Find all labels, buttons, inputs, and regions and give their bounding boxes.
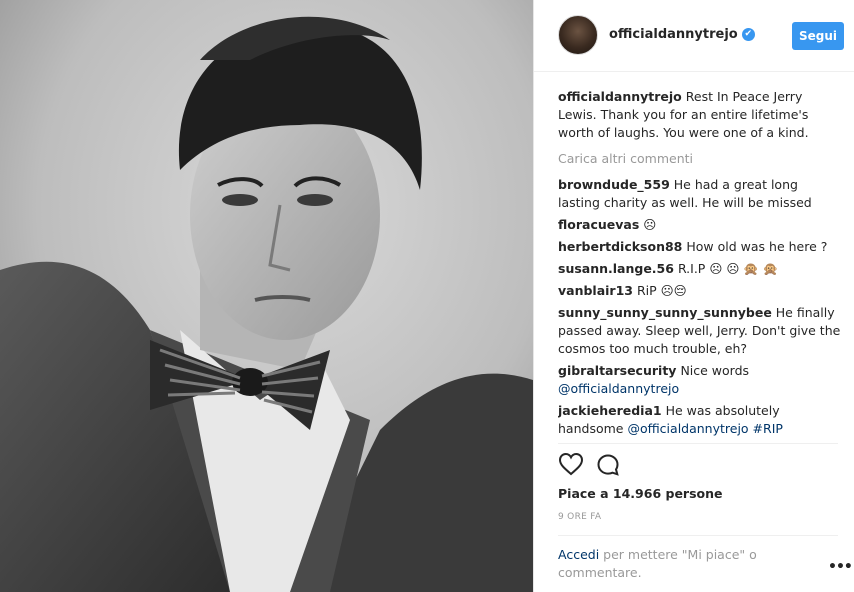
comment-item: floracuevas ☹ — [558, 216, 843, 234]
post-caption: officialdannytrejo Rest In Peace Jerry L… — [558, 88, 843, 142]
comment-username[interactable]: floracuevas — [558, 217, 639, 232]
comments-list[interactable]: officialdannytrejo Rest In Peace Jerry L… — [558, 88, 843, 442]
load-more-comments-link[interactable]: Carica altri commenti — [558, 150, 843, 168]
comment-mention-link[interactable]: @officialdannytrejo #RIP — [627, 421, 782, 436]
comment-item: susann.lange.56 R.I.P ☹ ☹ 🙊 🙊 — [558, 260, 843, 278]
divider — [558, 443, 838, 444]
login-prompt: Accedi per mettere "Mi piace" o commenta… — [558, 546, 788, 582]
portrait-image — [0, 0, 533, 592]
comment-item: jackieheredia1 He was absolutely handsom… — [558, 402, 843, 438]
likes-count[interactable]: Piace a 14.966 persone — [558, 486, 723, 501]
post-photo[interactable] — [0, 0, 533, 592]
divider — [558, 535, 838, 536]
comment-item: herbertdickson88 How old was he here ? — [558, 238, 843, 256]
comment-icon[interactable] — [596, 453, 620, 477]
comment-username[interactable]: sunny_sunny_sunny_sunnybee — [558, 305, 772, 320]
caption-username[interactable]: officialdannytrejo — [558, 89, 682, 104]
comment-username[interactable]: browndude_559 — [558, 177, 670, 192]
comment-username[interactable]: gibraltarsecurity — [558, 363, 676, 378]
heart-icon[interactable] — [558, 452, 584, 476]
comment-item: sunny_sunny_sunny_sunnybee He finally pa… — [558, 304, 843, 358]
comment-username[interactable]: susann.lange.56 — [558, 261, 674, 276]
comment-text: How old was he here ? — [686, 239, 828, 254]
comment-username[interactable]: herbertdickson88 — [558, 239, 682, 254]
follow-button[interactable]: Segui — [792, 22, 844, 50]
post-header: officialdannytrejo ✔ Segui — [534, 0, 854, 72]
comment-username[interactable]: vanblair13 — [558, 283, 633, 298]
comment-item: vanblair13 RiP ☹😔 — [558, 282, 843, 300]
avatar[interactable] — [558, 15, 598, 55]
login-link[interactable]: Accedi — [558, 547, 599, 562]
comment-username[interactable]: jackieheredia1 — [558, 403, 662, 418]
post-sidebar: officialdannytrejo ✔ Segui officialdanny… — [533, 0, 854, 592]
comment-text: RiP ☹😔 — [636, 283, 687, 298]
comment-item: browndude_559 He had a great long lastin… — [558, 176, 843, 212]
comment-text: ☹ — [643, 217, 657, 232]
more-options-icon[interactable]: ••• — [828, 560, 853, 574]
username-label[interactable]: officialdannytrejo — [609, 27, 738, 42]
comment-text: R.I.P ☹ ☹ 🙊 🙊 — [677, 261, 779, 276]
comment-text: Nice words — [680, 363, 750, 378]
comment-mention-link[interactable]: @officialdannytrejo — [558, 381, 679, 396]
post-timestamp[interactable]: 9 ORE FA — [558, 512, 601, 522]
comment-item: gibraltarsecurity Nice words @officialda… — [558, 362, 843, 398]
verified-badge-icon: ✔ — [741, 28, 755, 41]
header-username[interactable]: officialdannytrejo ✔ — [609, 27, 755, 42]
